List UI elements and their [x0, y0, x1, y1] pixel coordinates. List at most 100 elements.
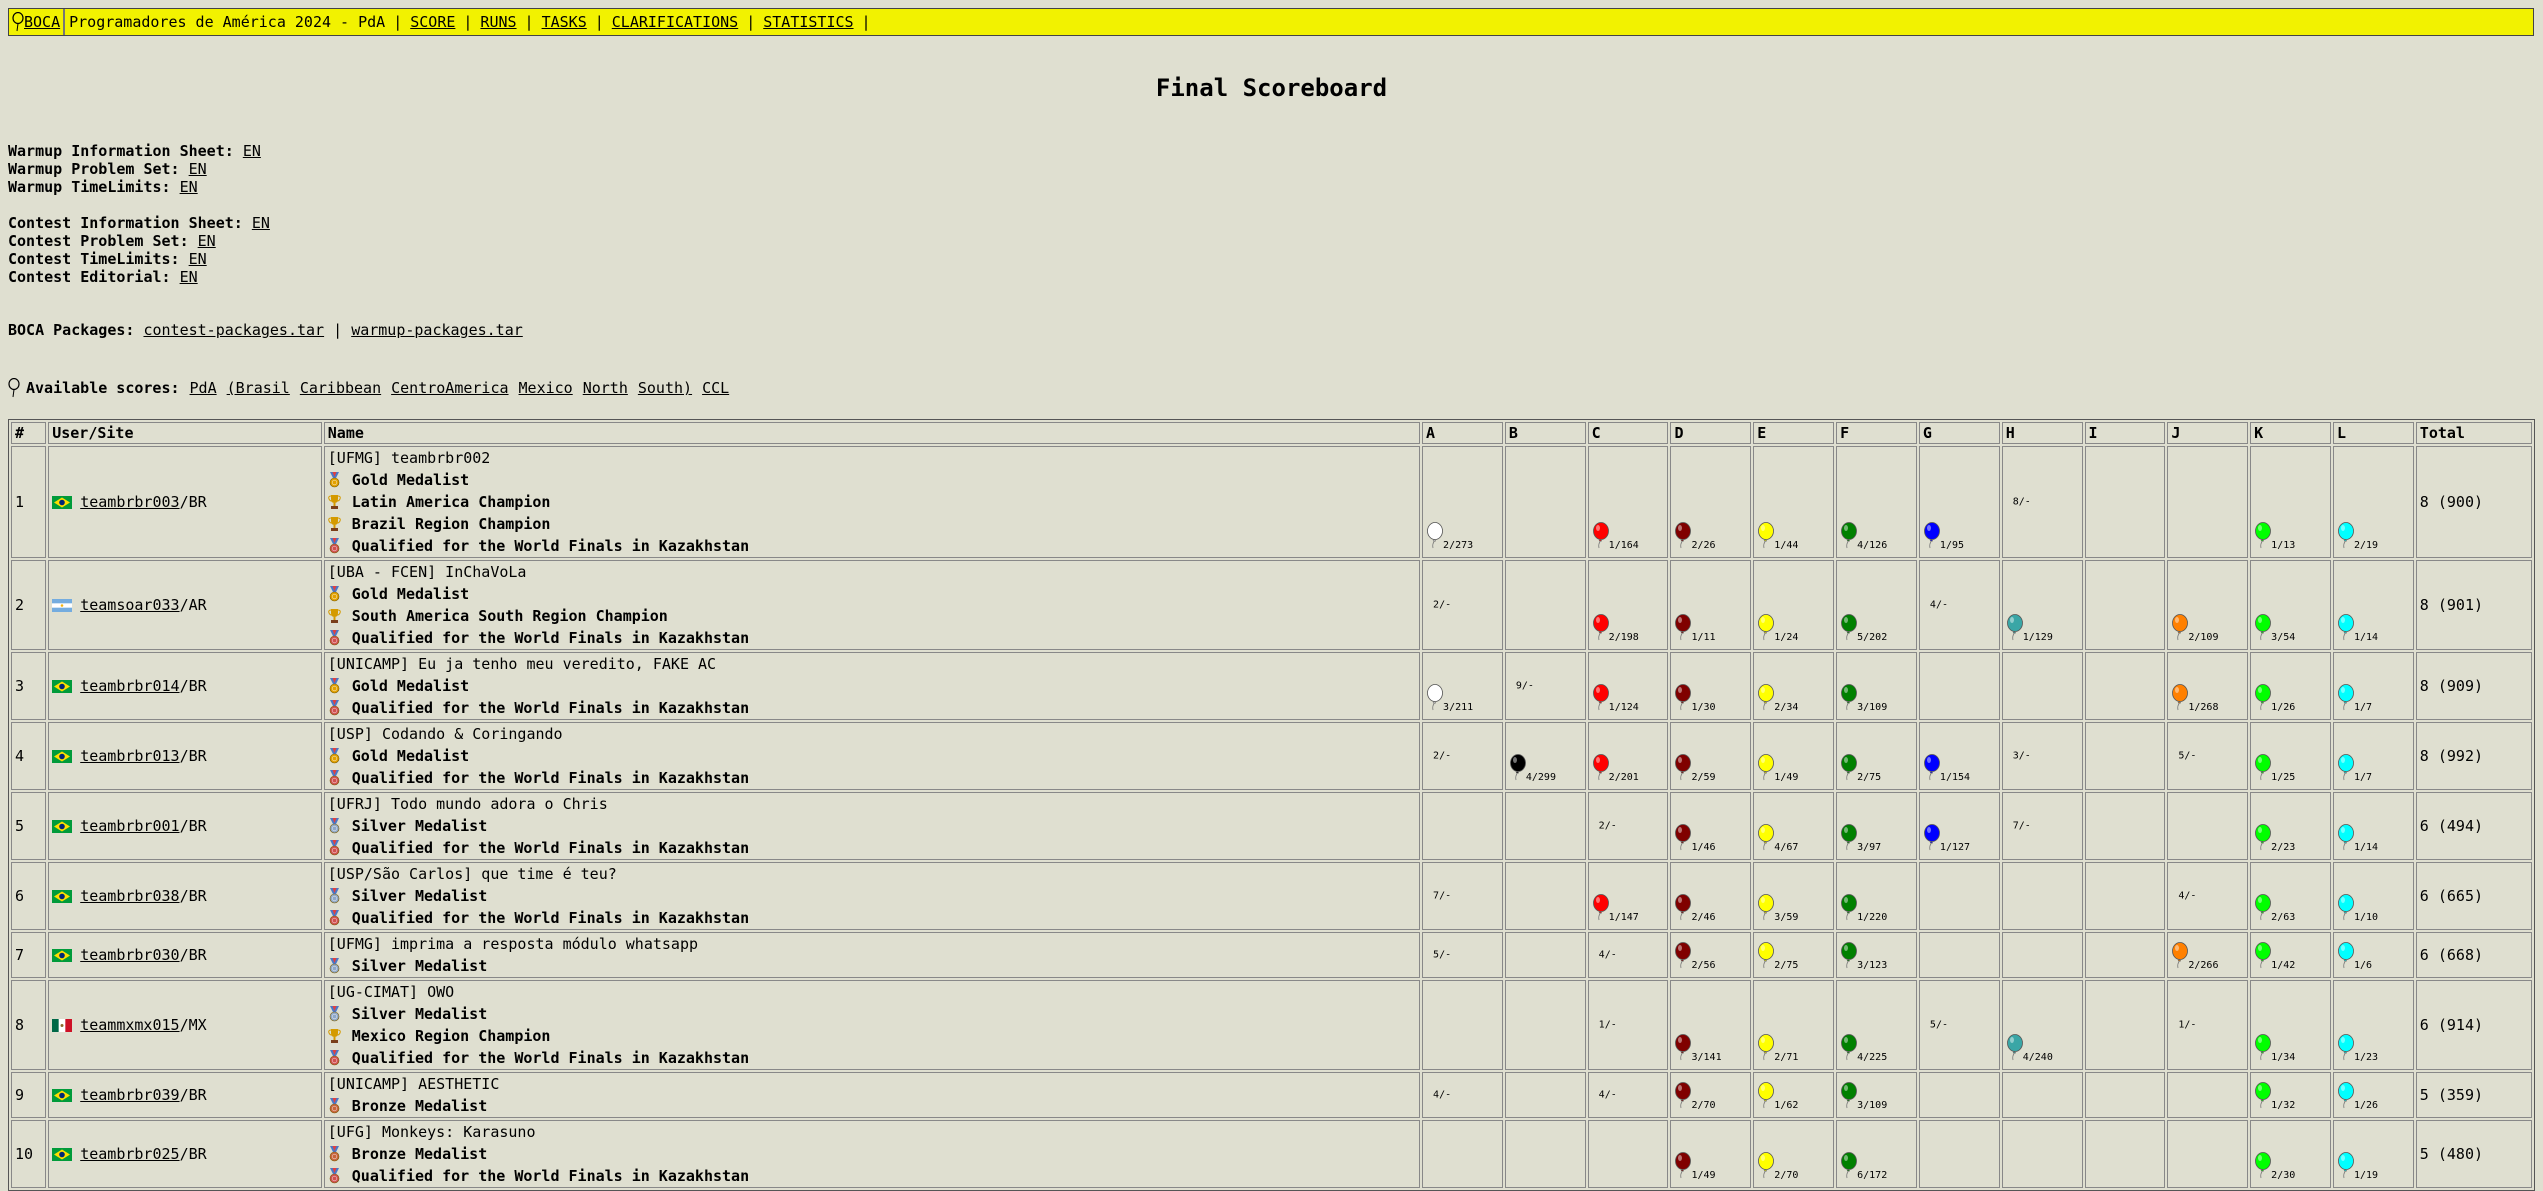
balloon-icon — [1841, 1034, 1858, 1061]
info-line-warmup-timelimits: Warmup TimeLimits: EN — [8, 178, 198, 196]
problem-i-cell — [2084, 1072, 2166, 1118]
score-link-caribbean[interactable]: Caribbean — [300, 379, 381, 397]
user-link[interactable]: teambrbr001 — [80, 817, 179, 835]
problem-l-cell: 1/7 — [2332, 722, 2414, 790]
attempts-time: 4/225 — [1857, 1052, 1888, 1063]
balloon-icon — [1675, 522, 1692, 549]
problem-a-cell: 3/211 — [1422, 652, 1503, 720]
contest-packages-link[interactable]: contest-packages.tar — [143, 321, 324, 339]
award-text: Qualified for the World Finals in Kazakh… — [351, 769, 750, 787]
team-name-cell: [UG-CIMAT] OWO Silver Medalist Mexico Regi… — [323, 980, 1421, 1070]
problem-b-cell — [1504, 446, 1586, 558]
attempts-time: 1/30 — [1691, 702, 1716, 713]
user-link[interactable]: teambrbr030 — [80, 946, 179, 964]
site-suffix: /BR — [179, 677, 207, 695]
info-label: Contest Information Sheet: — [8, 214, 243, 232]
user-site-cell: teammxmx015/MX — [48, 980, 322, 1070]
total-cell: 6 (665) — [2415, 862, 2532, 930]
menu-clarifications[interactable]: CLARIFICATIONS — [612, 13, 738, 31]
site-suffix: /BR — [179, 1086, 207, 1104]
user-link[interactable]: teammxmx015 — [80, 1016, 179, 1034]
attempts-time: 2/63 — [2271, 912, 2296, 923]
site-suffix: /BR — [179, 887, 207, 905]
attempts-time: 1/32 — [2271, 1100, 2296, 1111]
balloon-icon — [2255, 894, 2272, 921]
rank-cell: 2 — [11, 560, 47, 650]
attempts-unsolved: 4/- — [2178, 890, 2197, 902]
attempts-time: 2/109 — [2188, 632, 2219, 643]
info-link-en[interactable]: EN — [180, 268, 198, 286]
user-link[interactable]: teambrbr013 — [80, 747, 179, 765]
user-link[interactable]: teambrbr003 — [80, 493, 179, 511]
user-link[interactable]: teambrbr039 — [80, 1086, 179, 1104]
info-link-en[interactable]: EN — [243, 142, 261, 160]
award-bronze-medalist: Bronze Medalist — [328, 1095, 1416, 1117]
attempts-time: 6/172 — [1857, 1170, 1888, 1181]
header-h: H — [2001, 422, 2083, 444]
site-suffix: /MX — [179, 1016, 207, 1034]
header-i: I — [2084, 422, 2166, 444]
award-text: Gold Medalist — [351, 585, 470, 603]
award-qualified-for-the-world-finals-in-kazakhstan: Qualified for the World Finals in Kazakh… — [328, 1047, 1416, 1069]
menu-score[interactable]: SCORE — [410, 13, 455, 31]
score-link-centroamerica[interactable]: CentroAmerica — [391, 379, 508, 397]
award-qualified-for-the-world-finals-in-kazakhstan: Qualified for the World Finals in Kazakh… — [328, 697, 1416, 719]
info-link-en[interactable]: EN — [252, 214, 270, 232]
score-link-north[interactable]: North — [583, 379, 628, 397]
balloon-icon — [2338, 684, 2354, 711]
award-text: Mexico Region Champion — [351, 1027, 551, 1045]
balloon-icon — [2255, 942, 2272, 969]
balloon-icon — [1841, 754, 1858, 781]
warmup-packages-link[interactable]: warmup-packages.tar — [351, 321, 523, 339]
balloon-icon — [2172, 614, 2189, 641]
info-link-en[interactable]: EN — [198, 232, 216, 250]
menu-tasks[interactable]: TASKS — [542, 13, 587, 31]
balloon-icon — [1427, 684, 1443, 711]
score-link-mexico[interactable]: Mexico — [519, 379, 573, 397]
award-text: Bronze Medalist — [351, 1097, 488, 1115]
problem-l-cell: 1/14 — [2332, 560, 2414, 650]
info-link-en[interactable]: EN — [189, 250, 207, 268]
user-link[interactable]: teambrbr038 — [80, 887, 179, 905]
award-qualified-for-the-world-finals-in-kazakhstan: Qualified for the World Finals in Kazakh… — [328, 907, 1416, 929]
award-gold-medalist: Gold Medalist — [328, 675, 1416, 697]
attempts-time: 1/19 — [2353, 1170, 2379, 1181]
attempts-time: 1/95 — [1939, 540, 1965, 551]
attempts-time: 2/75 — [1774, 960, 1799, 971]
header-c: C — [1587, 422, 1669, 444]
site-suffix: /BR — [179, 747, 207, 765]
info-link-en[interactable]: EN — [189, 160, 207, 178]
menu-runs[interactable]: RUNS — [480, 13, 516, 31]
problem-b-cell — [1504, 932, 1586, 978]
award-gold-medalist: Gold Medalist — [328, 469, 1416, 491]
info-link-en[interactable]: EN — [180, 178, 198, 196]
problem-e-cell: 2/70 — [1753, 1120, 1835, 1188]
award-text: Qualified for the World Finals in Kazakh… — [351, 839, 750, 857]
balloon-icon — [2338, 894, 2354, 921]
boca-home-link[interactable]: BOCA — [24, 13, 60, 31]
user-site-cell: teambrbr025/BR — [48, 1120, 322, 1188]
award-text: Silver Medalist — [351, 817, 488, 835]
problem-h-cell: 7/- — [2001, 792, 2083, 860]
score-link-brasil[interactable]: (Brasil — [227, 379, 290, 397]
menu-statistics[interactable]: STATISTICS — [763, 13, 853, 31]
table-row: 1 teambrbr003/BR [UFMG] teambrbr002 Gold Me… — [11, 446, 2532, 558]
score-link-south[interactable]: South) — [638, 379, 692, 397]
score-link-ccl[interactable]: CCL — [702, 379, 729, 397]
award-silver-medalist: Silver Medalist — [328, 885, 1416, 907]
score-link-pda[interactable]: PdA — [190, 379, 217, 397]
team-name-cell: [UFMG] imprima a resposta módulo whatsap… — [323, 932, 1421, 978]
award-text: Silver Medalist — [351, 1005, 488, 1023]
user-link[interactable]: teambrbr014 — [80, 677, 179, 695]
world-finals-medal-icon — [329, 1168, 340, 1184]
problem-b-cell — [1504, 792, 1586, 860]
problem-a-cell: 2/273 — [1422, 446, 1503, 558]
problem-i-cell — [2084, 792, 2166, 860]
attempts-time: 1/26 — [2271, 702, 2296, 713]
user-link[interactable]: teambrbr025 — [80, 1145, 179, 1163]
user-link[interactable]: teamsoar033 — [80, 596, 179, 614]
header-l: L — [2332, 422, 2414, 444]
problem-g-cell: 5/- — [1918, 980, 2000, 1070]
balloon-icon — [1924, 824, 1940, 851]
problem-c-cell: 1/124 — [1587, 652, 1669, 720]
